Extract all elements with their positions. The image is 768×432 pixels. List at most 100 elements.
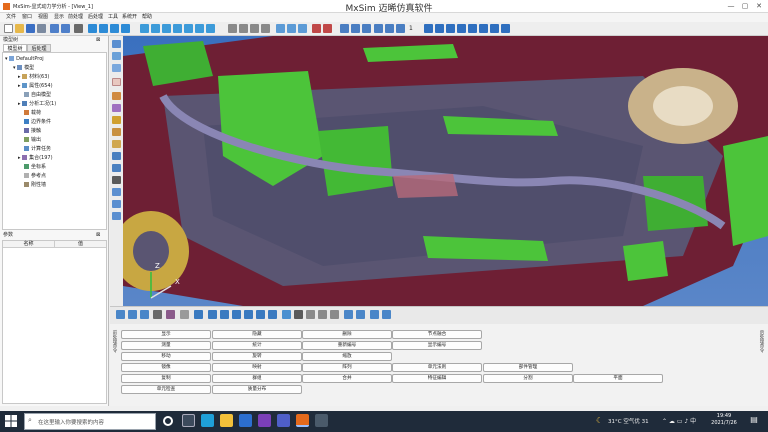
next-page-icon[interactable] xyxy=(351,24,360,33)
select-element-icon[interactable] xyxy=(239,24,248,33)
tree-item-boundary[interactable]: 边界条件 xyxy=(24,118,51,126)
cmd-rotate-button[interactable]: 旋转 xyxy=(212,352,302,361)
search-icon[interactable] xyxy=(282,310,291,319)
weld-icon[interactable] xyxy=(244,310,253,319)
undo-icon[interactable] xyxy=(74,24,83,33)
task-view-icon[interactable] xyxy=(182,414,195,427)
cmd-show-button[interactable]: 显示 xyxy=(121,330,211,339)
tree-expand-icon[interactable]: ▾ xyxy=(13,65,16,71)
spring-icon[interactable] xyxy=(166,310,175,319)
import-icon[interactable] xyxy=(50,24,59,33)
view-iso-icon[interactable] xyxy=(206,24,215,33)
tree-item-property[interactable]: ▸ 属性(654) xyxy=(18,82,53,90)
windows-start-icon[interactable] xyxy=(4,414,18,428)
cmd-statistics-button[interactable]: 统计 xyxy=(212,341,302,350)
cmd-group-button[interactable]: 群组 xyxy=(212,374,302,383)
element-icon[interactable] xyxy=(140,310,149,319)
tree-item-refpoint[interactable]: 参考点 xyxy=(24,172,46,180)
prev-page-icon[interactable] xyxy=(340,24,349,33)
close-button[interactable]: ✕ xyxy=(752,1,766,11)
tree-item-free-model[interactable]: 自由模型 xyxy=(24,91,51,99)
taskbar-clock[interactable]: 19:49 2021/7/26 xyxy=(704,413,744,427)
cmd-part-manager-button[interactable]: 部件管理 xyxy=(483,363,573,372)
measure-icon[interactable] xyxy=(112,104,121,112)
analysis-icon-7[interactable] xyxy=(490,24,499,33)
cmd-merge-button[interactable]: 合并 xyxy=(302,374,392,383)
tree-item-load[interactable]: 载荷 xyxy=(24,109,41,117)
analysis-icon-5[interactable] xyxy=(468,24,477,33)
maximize-button[interactable]: ▢ xyxy=(738,1,752,11)
bolt-icon[interactable] xyxy=(256,310,265,319)
play-icon[interactable] xyxy=(385,24,394,33)
select-part-icon[interactable] xyxy=(250,24,259,33)
feature-line-icon[interactable] xyxy=(323,24,332,33)
tree-item-coord[interactable]: 坐标系 xyxy=(24,163,46,171)
settings-view-icon[interactable] xyxy=(112,212,121,220)
tree-item-set[interactable]: ▸ 集合(197) xyxy=(18,154,53,162)
cmd-show-ids-button[interactable]: 显示编号 xyxy=(392,341,482,350)
cmd-hide-button[interactable]: 隐藏 xyxy=(212,330,302,339)
tab-model-tree[interactable]: 模型树 xyxy=(3,44,27,52)
cmd-plane-button[interactable]: 平面 xyxy=(573,374,663,383)
tree-item-loadcase[interactable]: ▸ 分析工况(1) xyxy=(18,100,56,108)
list-icon[interactable] xyxy=(370,310,379,319)
menu-postprocess[interactable]: 后处理 xyxy=(88,13,103,22)
view-left-icon[interactable] xyxy=(162,24,171,33)
node-icon[interactable] xyxy=(153,310,162,319)
cmd-copy-button[interactable]: 复制 xyxy=(121,374,211,383)
cmd-feature-edit-button[interactable]: 特征编辑 xyxy=(392,374,482,383)
tree-item-job[interactable]: 计算任务 xyxy=(24,145,51,153)
select-node-icon[interactable] xyxy=(228,24,237,33)
menu-display[interactable]: 显示 xyxy=(54,13,64,22)
cortana-icon[interactable] xyxy=(163,416,173,426)
solid-icon[interactable] xyxy=(208,310,217,319)
tree-item-defaultproj[interactable]: ▾ DefaultProj xyxy=(5,55,44,63)
cmd-map-button[interactable]: 映射 xyxy=(212,363,302,372)
tree-structure-icon[interactable] xyxy=(112,176,121,184)
clip-icon[interactable] xyxy=(112,164,121,172)
tree-item-model[interactable]: ▾ 模型 xyxy=(13,64,34,72)
view-top-icon[interactable] xyxy=(184,24,193,33)
view-right-icon[interactable] xyxy=(173,24,182,33)
menu-help[interactable]: 帮助 xyxy=(142,13,152,22)
cmd-array-button[interactable]: 阵列 xyxy=(302,363,392,372)
export-icon[interactable] xyxy=(61,24,70,33)
new-file-icon[interactable] xyxy=(4,24,13,33)
visual-studio-icon[interactable] xyxy=(258,414,271,427)
part-icon[interactable] xyxy=(128,310,137,319)
cmd-delete-button[interactable]: 删除 xyxy=(302,330,392,339)
zoom-icon[interactable] xyxy=(110,24,119,33)
file-explorer-icon[interactable] xyxy=(220,414,233,427)
cube-view-icon[interactable] xyxy=(116,310,125,319)
menu-system[interactable]: 系统开 xyxy=(122,13,137,22)
analysis-icon-1[interactable] xyxy=(424,24,433,33)
tray-icons[interactable]: ⌃ ☁ ▭ ♪ 中 xyxy=(662,416,696,425)
tree-item-output[interactable]: 输出 xyxy=(24,136,41,144)
panel-close-icon[interactable]: ⊠ xyxy=(96,38,104,43)
menu-preprocess[interactable]: 前处理 xyxy=(68,13,83,22)
app-icon-blue[interactable] xyxy=(277,414,290,427)
tree-expand-icon[interactable]: ▾ xyxy=(5,56,8,62)
menu-file[interactable]: 文件 xyxy=(6,13,16,22)
dimension-icon[interactable] xyxy=(112,140,121,148)
pencil-icon[interactable] xyxy=(112,92,121,100)
tree-expand-icon[interactable]: ▸ xyxy=(18,155,21,161)
tree-expand-icon[interactable]: ▸ xyxy=(18,83,21,89)
table-icon[interactable] xyxy=(382,310,391,319)
view-back-icon[interactable] xyxy=(151,24,160,33)
cmd-scale-button[interactable]: 缩放 xyxy=(302,352,392,361)
rivet-icon[interactable] xyxy=(268,310,277,319)
shaded-edges-icon[interactable] xyxy=(298,24,307,33)
stop-icon[interactable] xyxy=(396,24,405,33)
menu-tools[interactable]: 工具 xyxy=(108,13,118,22)
cmd-element-normal-button[interactable]: 单元法则 xyxy=(392,363,482,372)
minimize-button[interactable]: — xyxy=(724,1,738,11)
tree-expand-icon[interactable]: ▸ xyxy=(18,101,21,107)
params-close-icon[interactable]: ⊠ xyxy=(96,233,104,238)
cmd-element-check-button[interactable]: 单元检查 xyxy=(121,385,211,394)
view-front-icon[interactable] xyxy=(140,24,149,33)
last-page-icon[interactable] xyxy=(362,24,371,33)
pan-icon[interactable] xyxy=(99,24,108,33)
cmd-move-button[interactable]: 移动 xyxy=(121,352,211,361)
wireframe-icon[interactable] xyxy=(276,24,285,33)
